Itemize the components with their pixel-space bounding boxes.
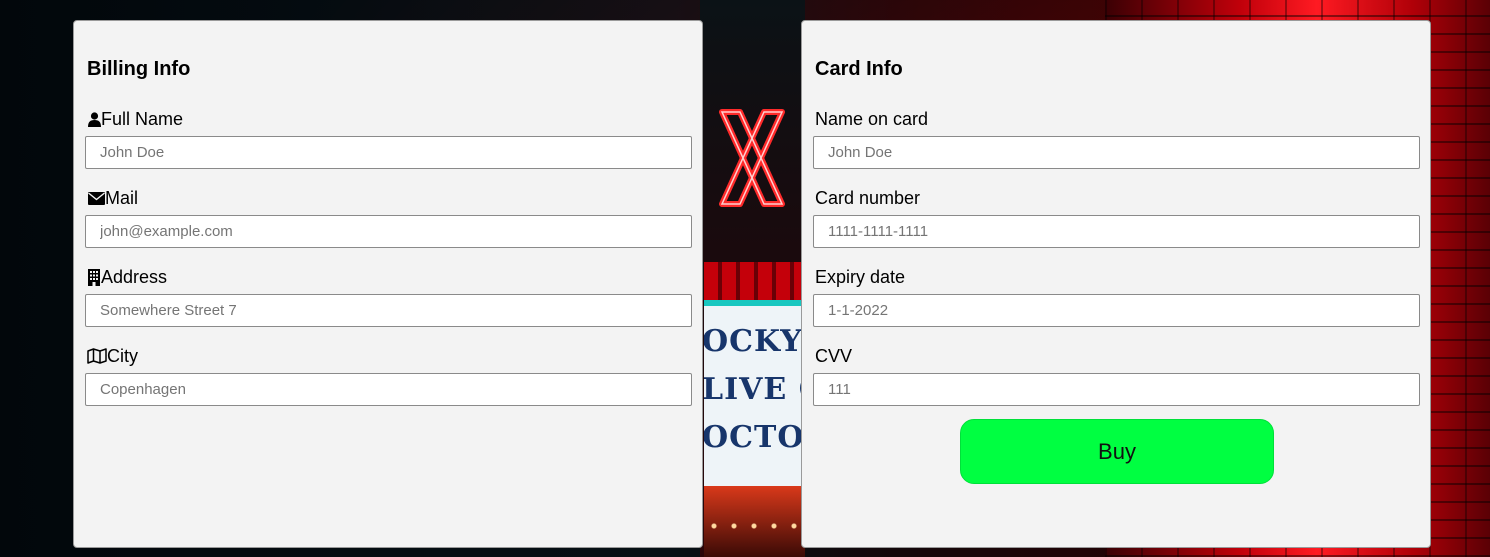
name-on-card-label: Name on card xyxy=(815,108,929,129)
card-info-title: Card Info xyxy=(815,58,903,80)
address-label: Address xyxy=(87,266,167,288)
marquee-line: LIVE ON xyxy=(704,372,805,407)
buy-button[interactable]: Buy xyxy=(960,419,1274,484)
full-name-label-text: Full Name xyxy=(101,108,184,129)
neon-x-sign xyxy=(719,109,785,207)
marquee-line: OCTOBER xyxy=(704,420,805,455)
marquee-line: OCKY H xyxy=(704,324,805,359)
full-name-input[interactable] xyxy=(85,136,692,169)
mail-input[interactable] xyxy=(85,215,692,248)
marquee-lights xyxy=(704,486,805,557)
name-on-card-input[interactable] xyxy=(813,136,1420,169)
mail-label-text: Mail xyxy=(105,187,139,208)
city-label: City xyxy=(87,345,138,367)
address-input[interactable] xyxy=(85,294,692,327)
full-name-label: Full Name xyxy=(87,108,183,130)
mail-label: Mail xyxy=(87,187,138,209)
expiry-date-label: Expiry date xyxy=(815,266,906,287)
expiry-date-input[interactable] xyxy=(813,294,1420,327)
cvv-input[interactable] xyxy=(813,373,1420,406)
envelope-icon xyxy=(87,190,105,206)
marquee-red-band xyxy=(704,262,805,300)
card-info-panel: Card Info Name on card Card number Expir… xyxy=(801,20,1431,548)
card-number-input[interactable] xyxy=(813,215,1420,248)
map-icon xyxy=(87,348,107,364)
theatre-marquee: OCKY H LIVE ON OCTOBER xyxy=(704,300,805,492)
user-icon xyxy=(87,111,101,127)
cvv-label: CVV xyxy=(815,345,853,366)
building-icon xyxy=(87,268,101,286)
card-number-label: Card number xyxy=(815,187,921,208)
address-label-text: Address xyxy=(101,266,168,287)
city-label-text: City xyxy=(107,345,138,366)
billing-info-panel: Billing Info Full Name Mail Address xyxy=(73,20,703,548)
billing-info-title: Billing Info xyxy=(87,58,191,80)
city-input[interactable] xyxy=(85,373,692,406)
